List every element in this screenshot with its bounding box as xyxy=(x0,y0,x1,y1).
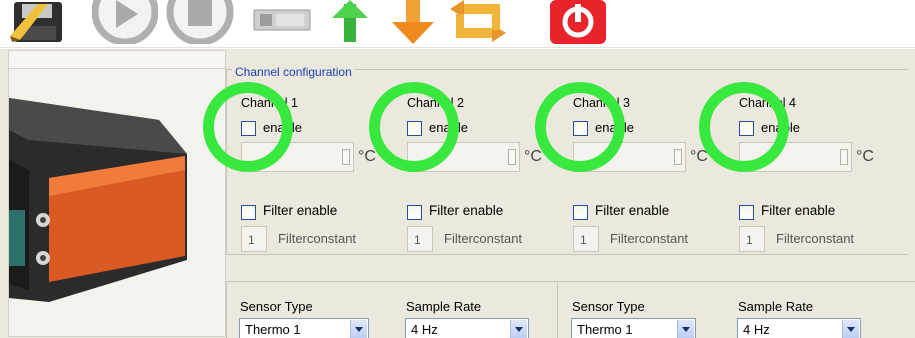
spin-button[interactable] xyxy=(674,149,682,165)
enable-label: enable xyxy=(263,120,303,135)
swap-icon[interactable] xyxy=(446,0,510,44)
save-icon[interactable] xyxy=(8,0,68,44)
device-icon[interactable] xyxy=(250,0,314,44)
channel-3: Channel 3 enable °C Filter enable 1 Filt… xyxy=(572,96,737,256)
channel-2: Channel 2 enable °C Filter enable 1 Filt… xyxy=(406,96,571,256)
spin-button[interactable] xyxy=(342,149,350,165)
sample-rate-label: Sample Rate xyxy=(406,299,482,314)
sensor-type-value: Thermo 1 xyxy=(245,322,301,337)
enable-label: enable xyxy=(761,120,801,135)
enable-checkbox[interactable] xyxy=(407,121,422,136)
channel-1: Channel 1 enable °C Filter enable 1 Filt… xyxy=(240,96,405,256)
temperature-spinbox[interactable] xyxy=(241,142,354,172)
pane-header xyxy=(9,51,225,69)
filterconstant-field[interactable]: 1 xyxy=(573,226,599,252)
filterconstant-field[interactable]: 1 xyxy=(739,226,765,252)
channel-title: Channel 1 xyxy=(241,96,298,110)
filter-enable-checkbox[interactable] xyxy=(739,205,754,220)
sensor-section-divider xyxy=(557,281,558,338)
chevron-down-icon[interactable] xyxy=(510,320,527,338)
temperature-spinbox[interactable] xyxy=(407,142,520,172)
unit-label: °C xyxy=(856,148,874,165)
temperature-spinbox[interactable] xyxy=(739,142,852,172)
enable-checkbox[interactable] xyxy=(241,121,256,136)
upload-icon[interactable] xyxy=(326,0,374,44)
filterconstant-field[interactable]: 1 xyxy=(241,226,267,252)
power-icon[interactable] xyxy=(546,0,610,44)
filterconstant-label: Filterconstant xyxy=(444,231,523,246)
filter-enable-checkbox[interactable] xyxy=(407,205,422,220)
enable-label: enable xyxy=(595,120,635,135)
enable-checkbox[interactable] xyxy=(573,121,588,136)
spin-button[interactable] xyxy=(840,149,848,165)
filter-enable-label: Filter enable xyxy=(595,203,670,218)
sensor-type-label: Sensor Type xyxy=(572,299,645,314)
filterconstant-field[interactable]: 1 xyxy=(407,226,433,252)
channel-title: Channel 4 xyxy=(739,96,796,110)
channel-title: Channel 3 xyxy=(573,96,630,110)
unit-label: °C xyxy=(524,148,542,165)
sample-rate-select[interactable]: 4 Hz xyxy=(405,318,529,338)
device-image-pane xyxy=(8,50,226,337)
sample-rate-value: 4 Hz xyxy=(411,322,438,337)
download-icon[interactable] xyxy=(386,0,440,44)
spin-button[interactable] xyxy=(508,149,516,165)
filter-enable-label: Filter enable xyxy=(761,203,836,218)
filter-enable-label: Filter enable xyxy=(429,203,504,218)
channel-title: Channel 2 xyxy=(407,96,464,110)
unit-label: °C xyxy=(358,148,376,165)
group-legend: Channel configuration xyxy=(232,65,355,79)
filterconstant-label: Filterconstant xyxy=(278,231,357,246)
enable-checkbox[interactable] xyxy=(739,121,754,136)
sensor-type-value: Thermo 1 xyxy=(577,322,633,337)
enable-label: enable xyxy=(429,120,469,135)
stop-icon[interactable] xyxy=(166,0,234,46)
play-icon[interactable] xyxy=(91,0,159,46)
sample-rate-select[interactable]: 4 Hz xyxy=(737,318,861,338)
sensor-type-label: Sensor Type xyxy=(240,299,313,314)
chevron-down-icon[interactable] xyxy=(842,320,859,338)
filter-enable-label: Filter enable xyxy=(263,203,338,218)
filterconstant-label: Filterconstant xyxy=(776,231,855,246)
filter-enable-checkbox[interactable] xyxy=(241,205,256,220)
filterconstant-label: Filterconstant xyxy=(610,231,689,246)
sample-rate-label: Sample Rate xyxy=(738,299,814,314)
toolbar xyxy=(0,0,915,48)
filter-enable-checkbox[interactable] xyxy=(573,205,588,220)
sensor-type-select[interactable]: Thermo 1 xyxy=(239,318,369,338)
chevron-down-icon[interactable] xyxy=(350,320,367,338)
chevron-down-icon[interactable] xyxy=(677,320,694,338)
temperature-spinbox[interactable] xyxy=(573,142,686,172)
device-image xyxy=(9,98,187,302)
sensor-type-select[interactable]: Thermo 1 xyxy=(571,318,696,338)
unit-label: °C xyxy=(690,148,708,165)
sample-rate-value: 4 Hz xyxy=(743,322,770,337)
channel-4: Channel 4 enable °C Filter enable 1 Filt… xyxy=(738,96,903,256)
